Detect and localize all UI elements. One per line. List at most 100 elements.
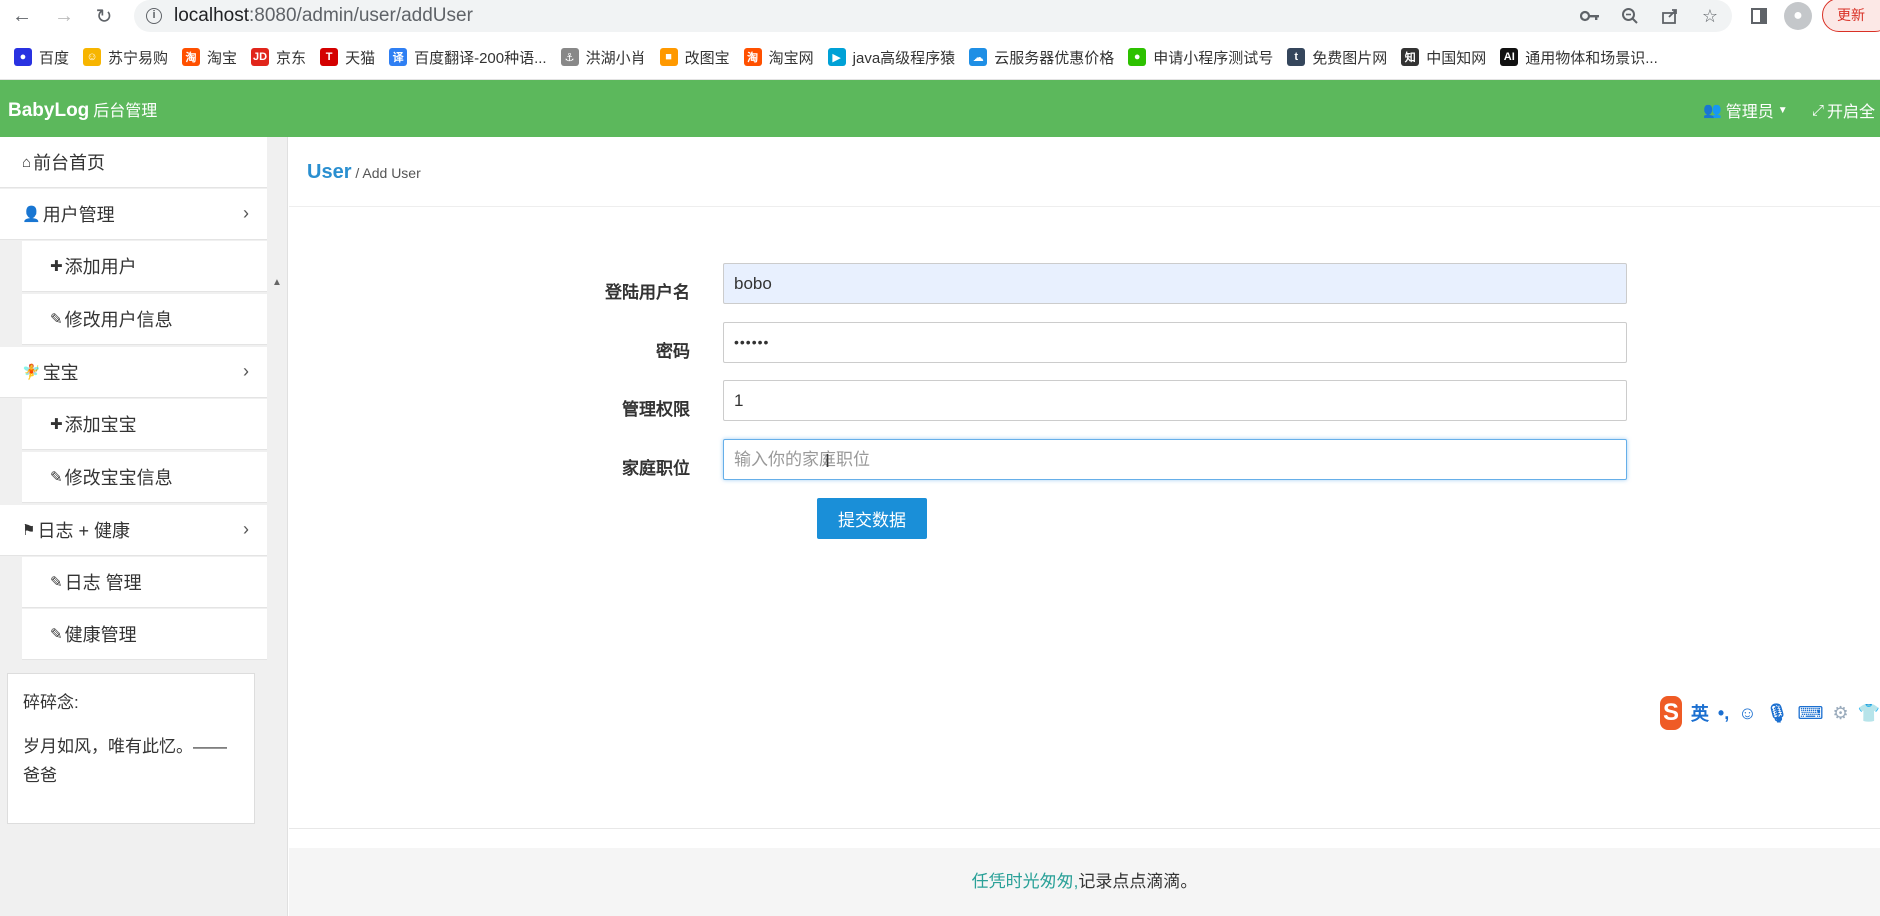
skin-icon[interactable]: 👕 — [1858, 703, 1880, 724]
sidebar-item-user-management[interactable]: 👤 用户管理 › — [0, 189, 267, 240]
url-host: localhost — [174, 5, 249, 26]
brand[interactable]: BabyLog 后台管理 — [8, 97, 157, 122]
cloud-icon: ☁ — [969, 48, 988, 66]
share-icon[interactable] — [1658, 4, 1682, 28]
edit-icon: ✎ — [50, 469, 63, 486]
username-input[interactable] — [723, 263, 1627, 304]
profile-avatar[interactable]: ● — [1784, 2, 1812, 30]
family-role-input[interactable] — [723, 439, 1627, 480]
zoom-icon[interactable] — [1618, 4, 1642, 28]
bookmark-label: 通用物体和场景识... — [1525, 49, 1658, 67]
info-icon[interactable]: i — [146, 8, 162, 24]
bookmark-item[interactable]: 译百度翻译-200种语... — [389, 44, 547, 70]
scroll-up-icon[interactable]: ▲ — [272, 277, 282, 288]
bookmark-item[interactable]: ▶ java高级程序猿 — [827, 44, 955, 70]
sidebar-item-log-health[interactable]: ⚑ 日志 + 健康 › — [0, 505, 267, 556]
breadcrumb-sub: Add User — [362, 165, 421, 181]
bookmark-label: 洪湖小肖 — [585, 49, 646, 67]
username-label: 登陆用户名 — [605, 283, 690, 302]
footer-divider — [289, 828, 1880, 829]
baidu-translate-icon: 译 — [389, 48, 408, 66]
sidebar-item-health-management[interactable]: ✎ 健康管理 — [22, 609, 267, 660]
app-header: BabyLog 后台管理 👥 管理员 ▼ ⤢ 开启全 — [0, 80, 1880, 137]
main-content: User / Add User — [289, 137, 1880, 916]
sidebar-item-baby[interactable]: 🧚 宝宝 › — [0, 347, 267, 398]
update-button[interactable]: 更新 — [1822, 0, 1880, 32]
emoji-icon[interactable]: ☺ — [1738, 703, 1756, 724]
keyboard-icon[interactable]: ⌨ — [1797, 703, 1823, 724]
taobao-icon: 淘 — [182, 48, 201, 66]
bookmark-item[interactable]: 知中国知网 — [1401, 44, 1486, 70]
cnki-icon: 知 — [1401, 48, 1420, 66]
permission-input[interactable] — [723, 380, 1627, 421]
bookmark-label: 免费图片网 — [1312, 49, 1388, 67]
sidebar-item-label: 用户管理 — [42, 205, 115, 225]
side-panel-icon[interactable] — [1747, 4, 1771, 28]
caret-down-icon: ▼ — [1777, 104, 1788, 116]
note-body: 岁月如风，唯有此忆。——爸爸 — [23, 737, 227, 785]
reload-icon[interactable]: ↻ — [92, 4, 116, 28]
sogou-logo-icon[interactable]: S — [1660, 696, 1682, 730]
submit-button[interactable]: 提交数据 — [817, 498, 927, 539]
url-text[interactable]: localhost:8080/admin/user/addUser — [174, 5, 473, 27]
user-settings-icon[interactable]: ⚙ — [1832, 703, 1848, 724]
sidebar-item-add-baby[interactable]: ✚ 添加宝宝 — [22, 399, 267, 450]
taobao-net-icon: 淘 — [743, 48, 762, 66]
bookmark-item[interactable]: ● 百度 — [14, 44, 69, 70]
bookmarks-bar: ● 百度 ☺ 苏宁易购淘淘宝 JD 京东 T 天猫译百度翻译-200种语... ⚓ 洪湖小肖 ■ 改图… — [0, 42, 1880, 72]
plus-icon: ✚ — [50, 258, 63, 275]
forward-icon[interactable]: → — [52, 4, 76, 28]
bookmark-item[interactable]: ☁ 云服务器优惠价格 — [969, 44, 1114, 70]
password-label: 密码 — [656, 342, 690, 361]
bookmark-item[interactable]: 淘淘宝网 — [743, 44, 814, 70]
bookmark-label: 淘宝 — [207, 49, 238, 67]
bookmark-item[interactable]: 淘淘宝 — [182, 44, 237, 70]
bookmark-item[interactable]: T 天猫 — [320, 44, 375, 70]
sidebar-item-label: 添加宝宝 — [64, 415, 137, 435]
bookmark-label: 改图宝 — [684, 49, 730, 67]
fullscreen-toggle[interactable]: ⤢ 开启全 — [1812, 98, 1875, 122]
key-icon[interactable] — [1578, 4, 1602, 28]
url-path: :8080/admin/user/addUser — [249, 5, 473, 26]
brand-name: BabyLog — [8, 100, 90, 121]
password-input[interactable]: •••••• — [723, 322, 1627, 363]
bookmark-label: 百度 — [39, 49, 70, 67]
bookmark-label: 天猫 — [345, 49, 376, 67]
breadcrumb-current[interactable]: User — [307, 161, 351, 183]
bookmark-item[interactable]: JD 京东 — [251, 44, 306, 70]
sidebar-item-edit-baby[interactable]: ✎ 修改宝宝信息 — [22, 452, 267, 503]
edit-icon: ✎ — [50, 574, 63, 591]
sidebar-item-add-user[interactable]: ✚ 添加用户 — [22, 241, 267, 292]
ime-toolbar: S 英 •, ☺ 🎙 ⌨ ⚙ 👕 — [1660, 696, 1880, 730]
sidebar-item-label: 健康管理 — [64, 625, 137, 645]
back-icon[interactable]: ← — [10, 4, 34, 28]
plus-icon: ✚ — [50, 416, 63, 433]
punctuation-icon[interactable]: •, — [1718, 703, 1729, 724]
tumblr-icon: t — [1287, 48, 1306, 66]
footer-accent-text: 任凭时光匆匆, — [971, 872, 1079, 891]
bookmark-item[interactable]: t 免费图片网 — [1287, 44, 1387, 70]
bookmark-item[interactable]: ☺ 苏宁易购 — [83, 44, 168, 70]
sidebar-item-home[interactable]: ⌂ 前台首页 — [0, 137, 267, 188]
sidebar-item-edit-user[interactable]: ✎ 修改用户信息 — [22, 294, 267, 345]
bookmark-item[interactable]: ■ 改图宝 — [659, 44, 730, 70]
role-label: 家庭职位 — [622, 459, 690, 478]
bookmark-label: 云服务器优惠价格 — [994, 49, 1115, 67]
address-bar[interactable]: i localhost:8080/admin/user/addUser ☆ — [134, 0, 1732, 32]
bookmark-item[interactable]: ⚓ 洪湖小肖 — [560, 44, 646, 70]
microphone-icon[interactable]: 🎙 — [1766, 703, 1789, 724]
users-icon: 👥 — [1703, 102, 1722, 119]
divider — [289, 206, 1880, 207]
footer-text: 记录点点滴滴。 — [1078, 872, 1198, 891]
bookmark-label: 百度翻译-200种语... — [414, 49, 547, 67]
admin-menu[interactable]: 👥 管理员 ▼ — [1703, 98, 1788, 122]
admin-label: 管理员 — [1725, 104, 1774, 121]
bookmark-item[interactable]: AI 通用物体和场景识... — [1500, 44, 1658, 70]
ime-mode[interactable]: 英 — [1691, 700, 1709, 726]
star-icon[interactable]: ☆ — [1698, 4, 1722, 28]
sidebar-item-label: 修改宝宝信息 — [64, 468, 173, 488]
bilibili-icon: ▶ — [827, 48, 846, 66]
sidebar-item-log-management[interactable]: ✎ 日志 管理 — [22, 557, 267, 608]
bookmark-item[interactable]: ● 申请小程序测试号 — [1128, 44, 1273, 70]
wechat-icon: ● — [1128, 48, 1147, 66]
